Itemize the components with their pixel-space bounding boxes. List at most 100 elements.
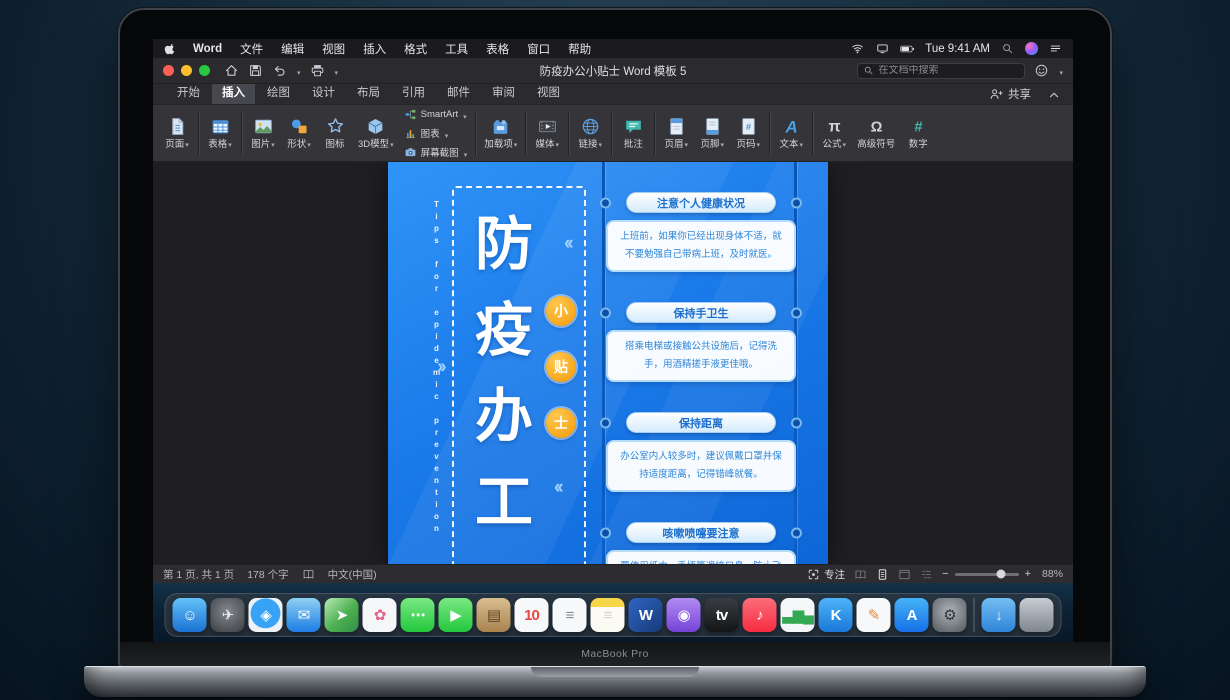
ribbon-tab[interactable]: 设计: [302, 81, 345, 104]
ribbon-small-button[interactable]: SmartArt: [404, 107, 468, 122]
dock-icon-appstore[interactable]: A: [895, 598, 929, 632]
menu-item[interactable]: 格式: [395, 41, 436, 57]
ribbon-button[interactable]: 图片: [245, 113, 281, 154]
minimize-window-button[interactable]: [181, 65, 192, 76]
menu-item[interactable]: 帮助: [559, 41, 600, 57]
print-caret-icon[interactable]: [334, 62, 339, 80]
dock-icon-safari[interactable]: ◈: [249, 598, 283, 632]
ribbon-button[interactable]: # 数字: [900, 113, 936, 154]
dock-icon-reminders[interactable]: ≡: [553, 598, 587, 632]
view-mode-button[interactable]: [920, 568, 933, 581]
dock-icon-appletv[interactable]: tv: [705, 598, 739, 632]
ribbon-button[interactable]: 形状: [281, 113, 317, 154]
zoom-window-button[interactable]: [199, 65, 210, 76]
feedback-smiley-icon[interactable]: [1034, 63, 1049, 78]
dock-icon-settings[interactable]: ⚙: [933, 598, 967, 632]
dock-icon-pages[interactable]: ✎: [857, 598, 891, 632]
page-count-status[interactable]: 第 1 页, 共 1 页: [163, 567, 234, 582]
battery-icon[interactable]: [900, 41, 915, 56]
ribbon-tab[interactable]: 布局: [347, 81, 390, 104]
ribbon-button[interactable]: 媒体: [529, 113, 565, 154]
ribbon-tab[interactable]: 视图: [527, 81, 570, 104]
ribbon-tab[interactable]: 引用: [392, 81, 435, 104]
share-button[interactable]: 共享: [989, 86, 1031, 104]
ribbon-tab[interactable]: 邮件: [437, 81, 480, 104]
home-icon[interactable]: [224, 63, 239, 78]
apple-menu-icon[interactable]: [163, 41, 178, 56]
ribbon-button[interactable]: 3D模型: [353, 113, 399, 154]
dock-icon-messages[interactable]: ⋯: [401, 598, 435, 632]
close-window-button[interactable]: [163, 65, 174, 76]
zoom-slider[interactable]: [955, 573, 1019, 576]
feedback-caret-icon[interactable]: [1058, 62, 1063, 80]
search-input[interactable]: [878, 65, 1019, 76]
ribbon-tab[interactable]: 开始: [167, 81, 210, 104]
zoom-percent[interactable]: 88%: [1037, 568, 1063, 580]
menu-item[interactable]: 工具: [436, 41, 477, 57]
dock-icon-mail[interactable]: ✉: [287, 598, 321, 632]
ribbon-button[interactable]: 页面: [159, 113, 195, 154]
view-mode-button[interactable]: [898, 568, 911, 581]
zoom-slider-thumb[interactable]: [996, 570, 1005, 579]
ribbon-button[interactable]: 链接: [572, 113, 608, 154]
dock-icon-downloads[interactable]: ↓: [982, 598, 1016, 632]
proofing-book-icon[interactable]: [302, 568, 315, 581]
ribbon-button[interactable]: 批注: [615, 113, 651, 154]
dock-icon-calendar[interactable]: 10: [515, 598, 549, 632]
print-icon[interactable]: [310, 63, 325, 78]
display-mirroring-icon[interactable]: [875, 41, 890, 56]
ribbon-button[interactable]: 图标: [317, 113, 353, 154]
ribbon-button[interactable]: 页脚: [694, 113, 730, 154]
ribbon-small-button[interactable]: 屏幕截图: [404, 145, 468, 160]
dock-icon-maps[interactable]: ➤: [325, 598, 359, 632]
ribbon-button[interactable]: π 公式: [816, 113, 852, 154]
spotlight-search-icon[interactable]: [1000, 41, 1015, 56]
menu-item[interactable]: 编辑: [272, 41, 313, 57]
save-icon[interactable]: [248, 63, 263, 78]
ribbon-button[interactable]: 表格: [202, 113, 238, 154]
word-count-status[interactable]: 178 个字: [247, 567, 288, 582]
ribbon-small-button[interactable]: 图表: [404, 126, 468, 141]
dock-icon-keynote[interactable]: K: [819, 598, 853, 632]
dock-icon-photos[interactable]: ✿: [363, 598, 397, 632]
dock-icon-finder[interactable]: ☺: [173, 598, 207, 632]
ribbon-button[interactable]: 页眉: [658, 113, 694, 154]
ribbon-button[interactable]: # 页码: [730, 113, 766, 154]
language-status[interactable]: 中文(中国): [328, 567, 377, 582]
document-canvas[interactable]: Tips for epidemic prevention 防疫办工 小贴士: [153, 162, 1073, 564]
menu-item[interactable]: 视图: [313, 41, 354, 57]
wifi-icon[interactable]: [850, 41, 865, 56]
siri-icon[interactable]: [1025, 42, 1038, 55]
zoom-in-button[interactable]: +: [1025, 568, 1031, 580]
dock-icon-word[interactable]: W: [629, 598, 663, 632]
dock-icon-podcasts[interactable]: ◉: [667, 598, 701, 632]
dock-icon-numbers[interactable]: ▃▆▄: [781, 598, 815, 632]
view-mode-button[interactable]: [854, 568, 867, 581]
app-menu-title[interactable]: Word: [184, 43, 231, 55]
dock-icon-trash[interactable]: [1020, 598, 1054, 632]
dock-icon-facetime[interactable]: ▶: [439, 598, 473, 632]
zoom-out-button[interactable]: −: [942, 568, 948, 580]
ribbon-button[interactable]: Ω 高级符号: [852, 113, 900, 154]
ribbon-tab[interactable]: 绘图: [257, 81, 300, 104]
undo-icon[interactable]: [272, 63, 287, 78]
notification-center-icon[interactable]: [1048, 41, 1063, 56]
dock-icon-contacts[interactable]: ▤: [477, 598, 511, 632]
ribbon-tab[interactable]: 插入: [212, 81, 255, 104]
ribbon-button[interactable]: A 文本: [773, 113, 809, 154]
ribbon-tab[interactable]: 审阅: [482, 81, 525, 104]
view-mode-button[interactable]: [876, 568, 889, 581]
undo-caret-icon[interactable]: [296, 62, 301, 80]
dock-icon-music[interactable]: ♪: [743, 598, 777, 632]
menu-item[interactable]: 窗口: [518, 41, 559, 57]
ribbon-button[interactable]: 加载项: [479, 113, 522, 154]
document-page[interactable]: Tips for epidemic prevention 防疫办工 小贴士: [388, 162, 828, 564]
menu-item[interactable]: 文件: [231, 41, 272, 57]
menu-item[interactable]: 表格: [477, 41, 518, 57]
collapse-ribbon-icon[interactable]: [1047, 88, 1061, 102]
menu-item[interactable]: 插入: [354, 41, 395, 57]
dock-icon-notes[interactable]: ≡: [591, 598, 625, 632]
focus-mode-button[interactable]: 专注: [807, 567, 845, 582]
document-search-box[interactable]: [857, 63, 1025, 79]
dock-icon-launchpad[interactable]: ✈: [211, 598, 245, 632]
